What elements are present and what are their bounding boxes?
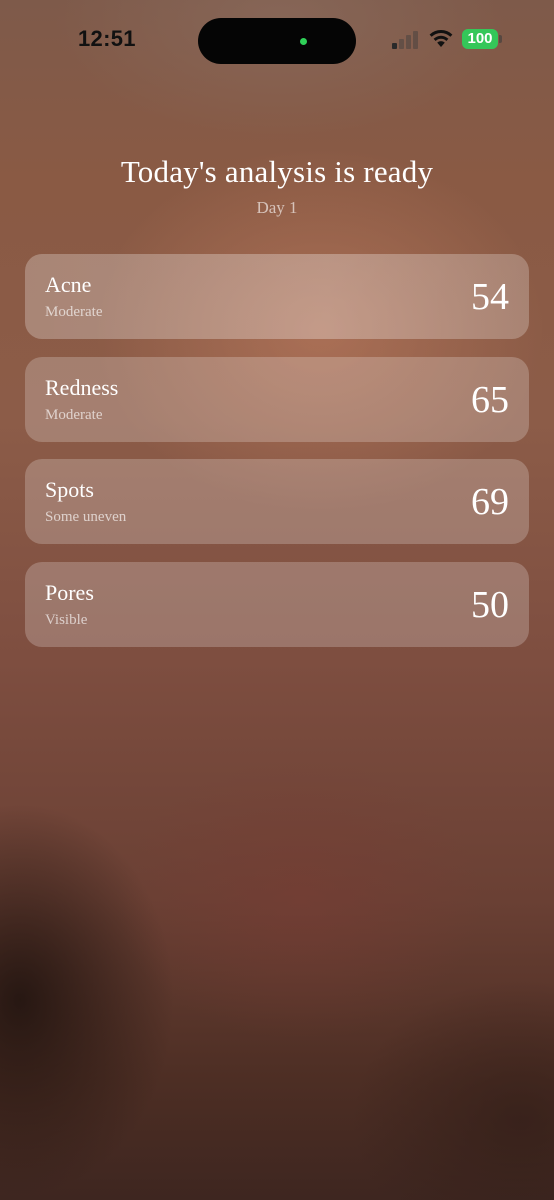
metric-label: Acne	[45, 272, 92, 297]
metric-score: 50	[471, 583, 509, 626]
metric-card-redness[interactable]: Redness Moderate 65	[25, 356, 529, 442]
metric-card-list: Acne Moderate 54 Redness Moderate 65 Spo…	[25, 254, 529, 664]
metric-label: Pores	[45, 579, 94, 605]
metric-card-acne[interactable]: Acne Moderate 54	[25, 254, 529, 339]
page-title: Today's analysis is ready	[120, 154, 434, 189]
metric-label: Redness	[45, 374, 119, 400]
metric-description: Moderate	[45, 304, 103, 320]
status-time: 12:51	[78, 26, 136, 51]
camera-indicator-icon	[300, 38, 307, 45]
metric-card-pores[interactable]: Pores Visible 50	[25, 561, 529, 647]
battery-nub	[499, 35, 502, 43]
metric-card-spots[interactable]: Spots Some uneven 69	[25, 459, 529, 544]
metric-score: 69	[471, 481, 509, 523]
metric-description: Some uneven	[45, 509, 127, 525]
page-subtitle: Day 1	[256, 198, 298, 217]
battery-icon: 100	[462, 29, 498, 49]
signal-icon	[392, 31, 418, 49]
wifi-icon	[429, 29, 453, 47]
status-bar: 12:51 100	[0, 0, 554, 84]
metric-description: Moderate	[45, 406, 103, 423]
metric-score: 54	[471, 276, 509, 318]
metric-label: Spots	[45, 477, 94, 502]
dynamic-island	[198, 18, 356, 64]
header: Today's analysis is ready Day 1	[0, 150, 554, 218]
metric-description: Visible	[45, 611, 88, 628]
metric-score: 65	[471, 378, 509, 421]
